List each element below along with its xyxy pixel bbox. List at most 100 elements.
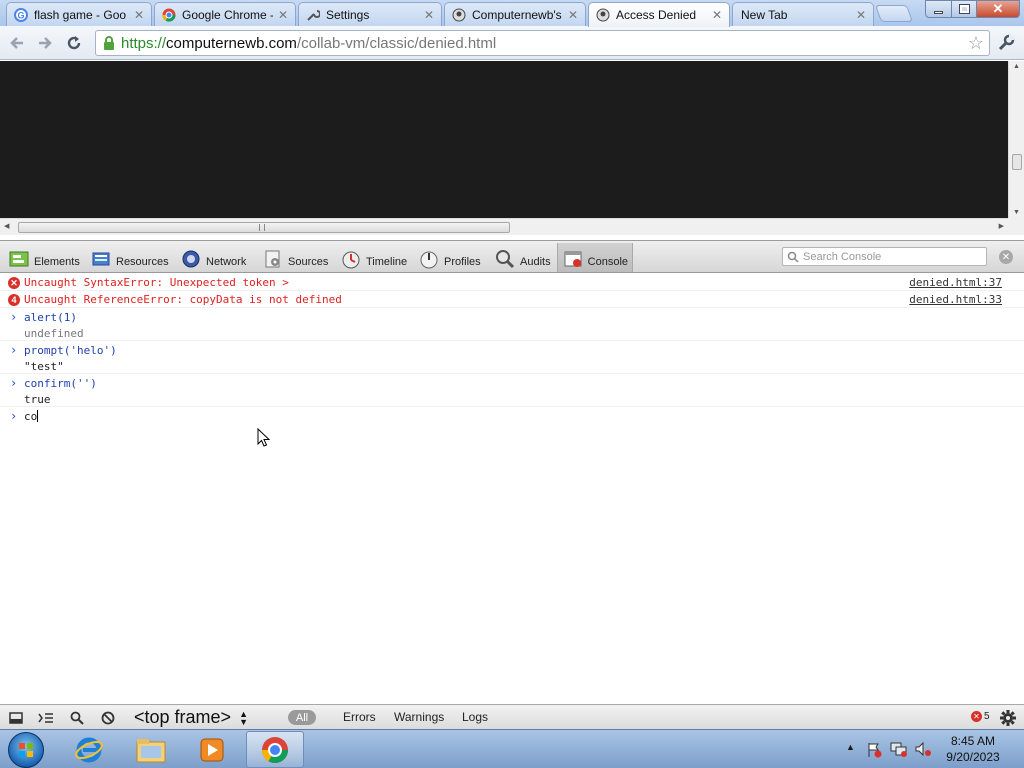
close-icon[interactable]: ✕ [711, 8, 723, 22]
inspect-button[interactable] [66, 708, 88, 727]
back-arrow-icon [10, 37, 23, 49]
taskbar-explorer[interactable] [122, 731, 180, 768]
page-icon [451, 7, 467, 23]
filter-all-button[interactable]: All [288, 710, 316, 725]
forward-button[interactable] [33, 31, 57, 55]
error-count[interactable]: ✕ 5 [971, 711, 990, 722]
console-result: "test" [24, 360, 64, 373]
tab-title: Google Chrome - [182, 7, 273, 22]
drawer-button[interactable] [35, 708, 57, 727]
scroll-down-icon[interactable]: ▼ [1013, 209, 1020, 216]
wrench-menu-button[interactable] [994, 31, 1018, 55]
star-icon[interactable]: ☆ [968, 33, 984, 54]
filter-logs-button[interactable]: Logs [462, 710, 488, 724]
tab-label: Sources [288, 256, 329, 268]
tab-sources[interactable]: Sources [258, 243, 332, 272]
network-icon[interactable] [890, 741, 908, 757]
close-icon: ✕ [1001, 251, 1011, 263]
sources-icon [262, 248, 284, 270]
filter-warnings-button[interactable]: Warnings [394, 710, 444, 724]
taskbar-internet-explorer[interactable] [60, 731, 118, 768]
new-tab-button[interactable] [874, 5, 914, 22]
frame-selector[interactable]: <top frame> ▲ ▼ [134, 707, 248, 728]
minimize-button[interactable] [925, 0, 952, 18]
select-arrows-icon: ▲ ▼ [239, 708, 248, 727]
error-source-link[interactable]: denied.html:33 [909, 293, 1002, 306]
close-icon[interactable]: ✕ [855, 8, 867, 22]
close-icon[interactable]: ✕ [133, 8, 145, 22]
tab-resources[interactable]: Resources [86, 243, 173, 272]
close-icon[interactable]: ✕ [423, 8, 435, 22]
settings-button[interactable] [998, 708, 1018, 728]
tab-flash-game[interactable]: G flash game - Goo ✕ [6, 2, 152, 26]
scroll-corner [1008, 218, 1024, 235]
wrench-icon [305, 7, 321, 23]
elements-icon [8, 248, 30, 270]
back-button[interactable] [5, 31, 29, 55]
close-devtools-button[interactable]: ✕ [999, 250, 1013, 264]
minimize-icon [934, 10, 943, 14]
error-count-badge: 4 [8, 294, 20, 306]
tab-audits[interactable]: Audits [490, 243, 555, 272]
console-entry: › prompt('helo') "test" [0, 341, 1024, 374]
vertical-scroll-thumb[interactable] [1012, 154, 1022, 170]
search-console-input[interactable]: Search Console [782, 247, 987, 266]
tab-label: Console [587, 256, 628, 268]
audits-icon [494, 248, 516, 270]
tab-timeline[interactable]: Timeline [336, 243, 411, 272]
vertical-scrollbar[interactable]: ▲ ▼ [1008, 61, 1024, 218]
error-source-link[interactable]: denied.html:37 [909, 276, 1002, 289]
filter-errors-button[interactable]: Errors [343, 710, 376, 724]
search-icon [70, 711, 84, 725]
tab-settings[interactable]: Settings ✕ [298, 2, 442, 26]
tab-access-denied[interactable]: Access Denied ✕ [588, 2, 730, 27]
close-icon[interactable]: ✕ [567, 8, 579, 22]
console-error-row: 4 Uncaught ReferenceError: copyData is n… [0, 291, 1024, 308]
page-viewport[interactable] [0, 61, 1008, 218]
clear-icon [101, 711, 115, 724]
tab-computernewb[interactable]: Computernewb's ✕ [444, 2, 586, 26]
reload-button[interactable] [62, 31, 86, 55]
forward-arrow-icon [39, 37, 52, 49]
tab-new-tab[interactable]: New Tab ✕ [732, 2, 874, 26]
chevron-right-icon: › [10, 376, 18, 390]
svg-text:G: G [17, 10, 24, 20]
windows-taskbar: ▲ 8:45 AM 9/20/2023 [0, 729, 1024, 768]
restore-button[interactable] [951, 0, 977, 18]
console-command: prompt('helo') [24, 344, 117, 357]
console-panel[interactable]: ✕ Uncaught SyntaxError: Unexpected token… [0, 274, 1024, 704]
mouse-cursor-icon [257, 428, 271, 447]
dock-icon [9, 711, 23, 724]
address-bar[interactable]: https://computernewb.com/collab-vm/class… [95, 30, 990, 56]
dock-button[interactable] [5, 708, 27, 727]
clock[interactable]: 8:45 AM 9/20/2023 [928, 733, 1018, 765]
action-center-icon[interactable] [866, 742, 882, 758]
scroll-right-icon[interactable]: ▶ [999, 222, 1004, 230]
close-icon[interactable]: ✕ [277, 8, 289, 22]
lock-icon [104, 36, 114, 50]
tab-network[interactable]: Network [176, 243, 250, 272]
tab-label: Audits [520, 256, 551, 268]
start-button[interactable] [8, 732, 44, 768]
horizontal-scrollbar[interactable]: ◀ ▶ [0, 218, 1008, 235]
show-hidden-icons-icon[interactable]: ▲ [846, 742, 855, 752]
scroll-up-icon[interactable]: ▲ [1013, 63, 1020, 70]
tab-title: Settings [326, 7, 370, 22]
console-prompt[interactable]: › co [0, 407, 1024, 424]
tab-profiles[interactable]: Profiles [414, 243, 485, 272]
close-window-button[interactable]: ✕ [976, 0, 1020, 18]
scroll-left-icon[interactable]: ◀ [4, 222, 9, 230]
console-command: alert(1) [24, 311, 77, 324]
taskbar-chrome[interactable] [246, 731, 304, 768]
horizontal-scroll-thumb[interactable] [18, 222, 510, 233]
error-icon: ✕ [8, 277, 20, 289]
console-input[interactable]: co [24, 410, 39, 423]
clear-console-button[interactable] [97, 708, 119, 727]
search-placeholder: Search Console [803, 250, 882, 263]
taskbar-media-player[interactable] [183, 731, 241, 768]
tab-google-chrome[interactable]: Google Chrome - ✕ [154, 2, 296, 26]
tab-elements[interactable]: Elements [4, 243, 84, 272]
tab-console[interactable]: Console [557, 243, 633, 272]
url-host: computernewb.com [166, 34, 297, 52]
chrome-icon [161, 7, 177, 23]
